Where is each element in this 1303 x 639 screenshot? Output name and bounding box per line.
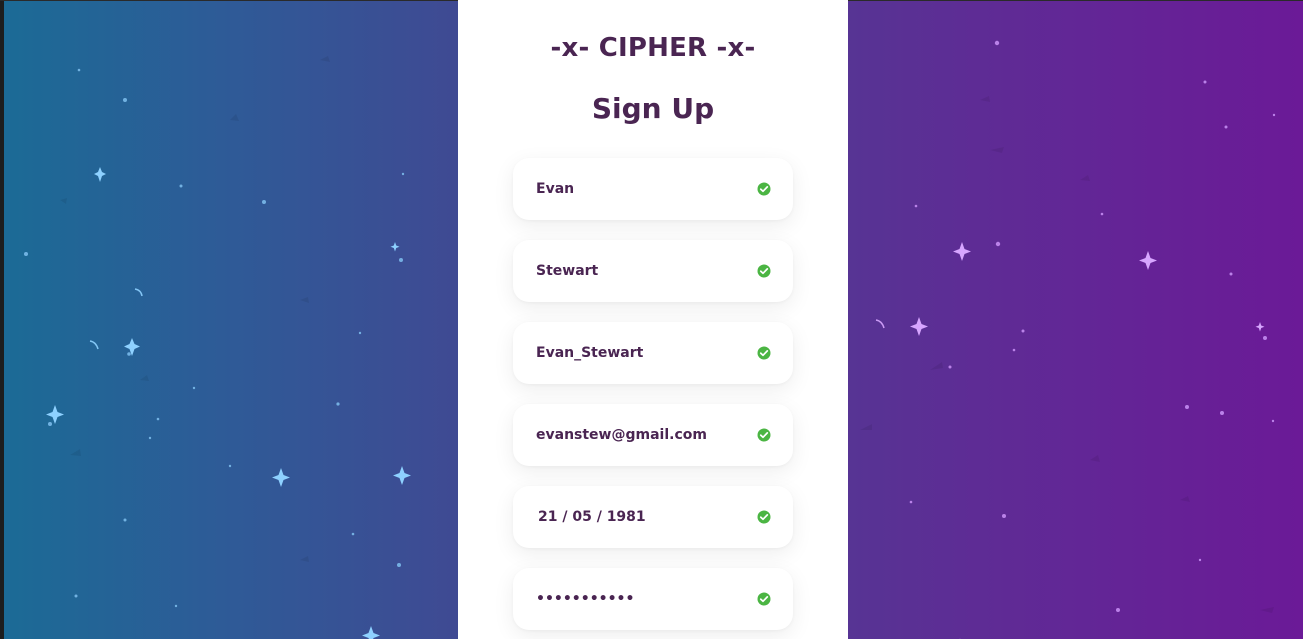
check-circle-icon <box>757 346 771 360</box>
last-name-value: Stewart <box>536 263 599 279</box>
signup-panel: -x- CIPHER -x- Sign Up Evan Stewart Evan… <box>458 0 848 639</box>
check-circle-icon <box>757 428 771 442</box>
username-field[interactable]: Evan_Stewart <box>513 322 793 384</box>
first-name-field[interactable]: Evan <box>513 158 793 220</box>
last-name-field[interactable]: Stewart <box>513 240 793 302</box>
date-of-birth-field[interactable]: 21 / 05 / 1981 <box>513 486 793 548</box>
password-field[interactable]: ••••••••••• <box>513 568 793 630</box>
signup-title: Sign Up <box>591 92 715 125</box>
date-of-birth-value: 21 / 05 / 1981 <box>538 509 646 525</box>
first-name-value: Evan <box>536 181 575 197</box>
check-circle-icon <box>757 510 771 524</box>
email-value: evanstew@gmail.com <box>536 427 707 443</box>
password-value: ••••••••••• <box>536 591 635 607</box>
check-circle-icon <box>757 264 771 278</box>
app-brand-title: -x- CIPHER -x- <box>550 33 756 63</box>
check-circle-icon <box>757 182 771 196</box>
username-value: Evan_Stewart <box>536 345 644 361</box>
email-field[interactable]: evanstew@gmail.com <box>513 404 793 466</box>
check-circle-icon <box>757 592 771 606</box>
